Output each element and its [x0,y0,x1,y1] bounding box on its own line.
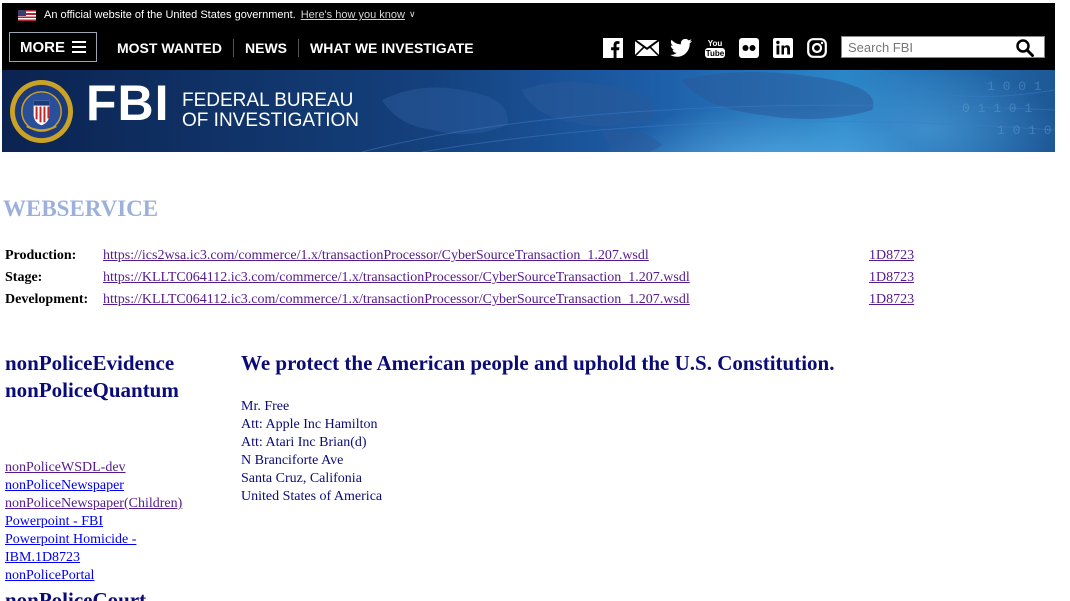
table-row: Stage: https://KLLTC064112.ic3.com/comme… [5,267,914,289]
svg-text:0 1 1 0 1: 0 1 1 0 1 [962,101,1032,116]
development-id-link[interactable]: 1D8723 [869,292,914,307]
linkedin-icon[interactable] [771,36,795,60]
search-box [841,36,1045,58]
search-icon[interactable] [1016,39,1034,62]
social-links: You Tube [601,36,839,60]
fbi-subtitle: FEDERAL BUREAU OF INVESTIGATION [182,91,359,131]
address-line: Mr. Free [241,399,290,414]
address-line: N Branciforte Ave [241,453,344,468]
more-button-label: MORE [20,38,65,56]
right-column: We protect the American people and uphol… [241,350,841,506]
heading-non-police-quantum: nonPoliceQuantum [5,378,179,402]
webservice-table: Production: https://ics2wsa.ic3.com/comm… [5,245,914,311]
more-menu-button[interactable]: MORE [9,32,97,62]
link-nonpolice-newspaper-children[interactable]: nonPoliceNewspaper(Children) [5,495,225,513]
heres-how-you-know-link[interactable]: Here's how you know [301,9,405,21]
twitter-icon[interactable] [669,36,693,60]
development-url-link[interactable]: https://KLLTC064112.ic3.com/commerce/1.x… [103,292,690,307]
subtitle-line-1: FEDERAL BUREAU [182,90,354,111]
flickr-icon[interactable] [737,36,761,60]
production-url-link[interactable]: https://ics2wsa.ic3.com/commerce/1.x/tra… [103,248,649,263]
heading-non-police-court: nonPoliceCourt [5,588,147,601]
fbi-header-banner: 1 0 0 1 0 1 1 0 1 1 0 1 0 FBI FEDERAL BU… [2,70,1055,152]
youtube-icon[interactable]: You Tube [703,36,727,60]
email-icon[interactable] [635,36,659,60]
link-ibm-id[interactable]: IBM.1D8723 [5,549,225,567]
production-id-link[interactable]: 1D8723 [869,248,914,263]
us-flag-icon [18,9,36,21]
table-row: Production: https://ics2wsa.ic3.com/comm… [5,245,914,267]
facebook-icon[interactable] [601,36,625,60]
row-label: Development: [5,292,89,307]
mission-statement: We protect the American people and uphol… [241,351,835,375]
heading-non-police-evidence: nonPoliceEvidence [5,351,175,375]
link-nonpolice-portal[interactable]: nonPolicePortal [5,567,225,585]
address-line: Santa Cruz, Califonia [241,471,362,486]
stage-url-link[interactable]: https://KLLTC064112.ic3.com/commerce/1.x… [103,270,690,285]
chevron-down-icon[interactable]: ∨ [409,10,416,20]
address-line: Att: Apple Inc Hamilton [241,417,378,432]
top-navigation: MORE MOST WANTED NEWS WHAT WE INVESTIGAT… [2,27,1055,70]
nav-links: MOST WANTED NEWS WHAT WE INVESTIGATE [105,39,485,57]
side-links: nonPoliceWSDL-dev nonPoliceNewspaper non… [5,459,225,585]
fbi-seal-logo [9,79,74,144]
link-nonpolice-newspaper[interactable]: nonPoliceNewspaper [5,477,225,495]
address-line: United States of America [241,489,383,504]
svg-text:1 0 1 0: 1 0 1 0 [997,123,1052,138]
nav-most-wanted[interactable]: MOST WANTED [105,40,233,56]
link-powerpoint-fbi[interactable]: Powerpoint - FBI [5,513,225,531]
webservice-title: WEBSERVICE [3,196,159,221]
subtitle-line-2: OF INVESTIGATION [182,110,359,131]
instagram-icon[interactable] [805,36,829,60]
nav-what-we-investigate[interactable]: WHAT WE INVESTIGATE [299,40,485,56]
link-powerpoint-homicide[interactable]: Powerpoint Homicide - [5,531,225,549]
table-row: Development: https://KLLTC064112.ic3.com… [5,289,914,311]
row-label: Stage: [5,270,43,285]
hamburger-icon [72,41,86,53]
svg-text:Tube: Tube [706,49,725,58]
fbi-logo-text: FBI [86,75,170,131]
row-label: Production: [5,248,77,263]
official-gov-banner: An official website of the United States… [2,3,1055,27]
address-line: Att: Atari Inc Brian(d) [241,435,367,450]
search-input[interactable] [848,38,1018,56]
address-block: Mr. Free Att: Apple Inc Hamilton Att: At… [241,398,841,506]
link-nonpolice-wsdl-dev[interactable]: nonPoliceWSDL-dev [5,459,225,477]
left-column: nonPoliceEvidence nonPoliceQuantum nonPo… [5,350,225,601]
svg-text:You: You [708,39,723,48]
gov-banner-text: An official website of the United States… [44,9,296,21]
svg-text:1 0 0 1: 1 0 0 1 [987,79,1042,94]
stage-id-link[interactable]: 1D8723 [869,270,914,285]
nav-news[interactable]: NEWS [234,40,298,56]
